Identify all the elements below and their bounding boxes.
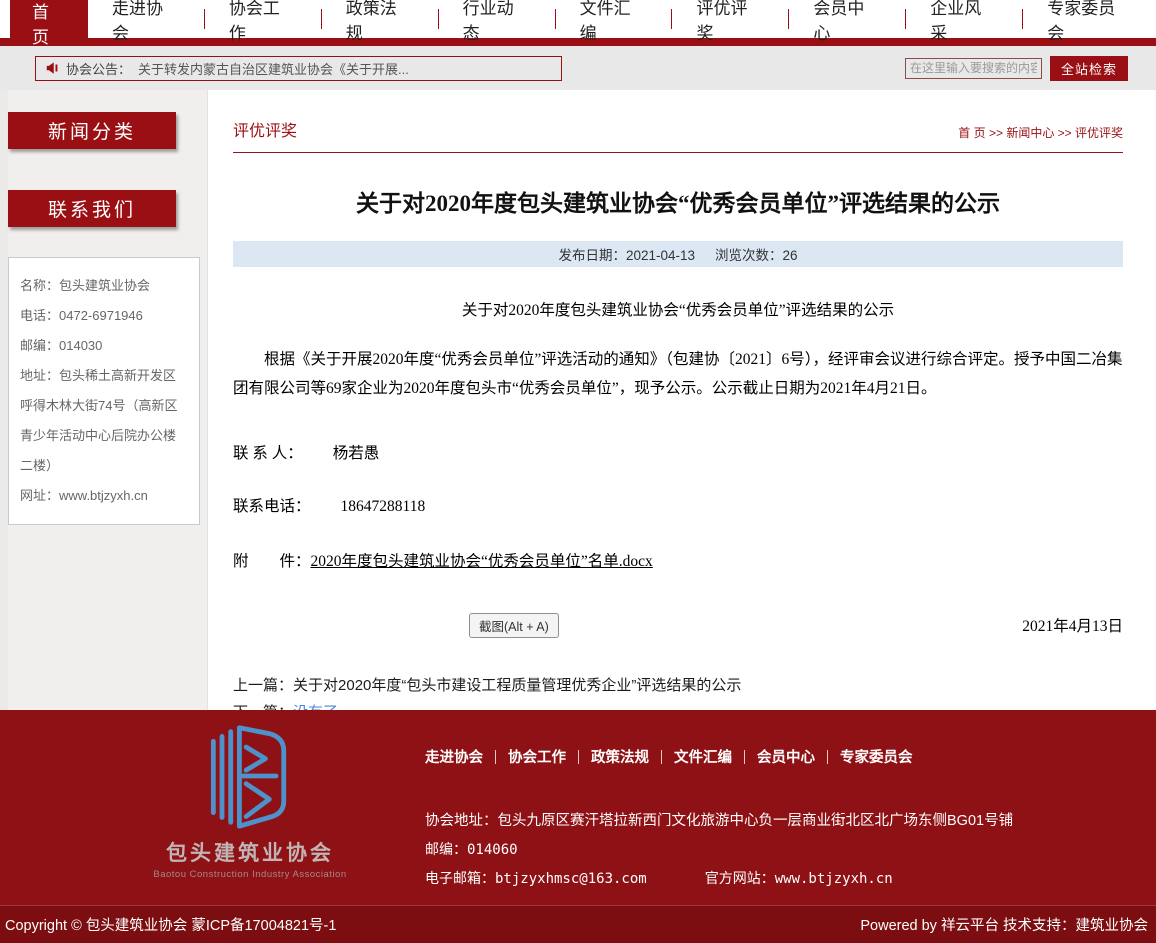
contact-address: 地址：包头稀土高新开发区呼得木林大街74号（高新区青少年活动中心后院办公楼二楼） bbox=[20, 361, 188, 481]
page: 首页 走进协会 协会工作 政策法规 行业动态 文件汇编 评优评奖 会员中心 企业… bbox=[0, 0, 1156, 943]
top-navigation: 首页 走进协会 协会工作 政策法规 行业动态 文件汇编 评优评奖 会员中心 企业… bbox=[0, 0, 1156, 46]
footer-zip: 邮编：014060 bbox=[425, 839, 1135, 859]
nav-item-member-center[interactable]: 会员中心 bbox=[789, 0, 905, 38]
contact-person-label: 联 系 人： bbox=[233, 445, 303, 462]
attachment-line: 附 件：2020年度包头建筑业协会“优秀会员单位”名单.docx bbox=[233, 549, 1123, 571]
contact-name: 名称：包头建筑业协会 bbox=[20, 271, 188, 301]
footer-link-member-center[interactable]: 会员中心 bbox=[757, 746, 815, 767]
sidebar-news-category-button[interactable]: 新闻分类 bbox=[8, 112, 176, 149]
contact-person-value: 杨若愚 bbox=[333, 445, 380, 462]
footer-email: btjzyxhmsc@163.com bbox=[495, 871, 647, 887]
footer-link-policies[interactable]: 政策法规 bbox=[591, 746, 649, 767]
footer-link-documents[interactable]: 文件汇编 bbox=[674, 746, 732, 767]
footer-logo-subtitle: Baotou Construction Industry Association bbox=[150, 869, 350, 880]
announcement-text: 关于转发内蒙古自治区建筑业协会《关于开展... bbox=[138, 59, 409, 78]
footer-link-association-work[interactable]: 协会工作 bbox=[508, 746, 566, 767]
view-count: 浏览次数：26 bbox=[715, 244, 798, 264]
screenshot-row: 截图(Alt + A) 2021年4月13日 bbox=[233, 613, 1123, 638]
footer-email-label: 电子邮箱： bbox=[425, 870, 495, 886]
previous-article-link[interactable]: 关于对2020年度“包头市建设工程质量管理优秀企业”评选结果的公示 bbox=[293, 677, 741, 694]
copyright-bar: Copyright © 包头建筑业协会 蒙ICP备17004821号-1 Pow… bbox=[0, 905, 1156, 943]
speaker-icon bbox=[45, 61, 59, 75]
nav-item-policies[interactable]: 政策法规 bbox=[322, 0, 438, 38]
article-title: 关于对2020年度包头建筑业协会“优秀会员单位”评选结果的公示 bbox=[233, 184, 1123, 218]
nav-item-about[interactable]: 走进协会 bbox=[88, 0, 204, 38]
association-logo-icon bbox=[198, 722, 302, 830]
nav-item-enterprise-style[interactable]: 企业风采 bbox=[906, 0, 1022, 38]
contact-phone-line: 联系电话： 18647288118 bbox=[233, 494, 1123, 516]
nav-item-awards[interactable]: 评优评奖 bbox=[672, 0, 788, 38]
sidebar: 新闻分类 联系我们 名称：包头建筑业协会 电话：0472-6971946 邮编：… bbox=[8, 90, 208, 710]
breadcrumb[interactable]: 首 页 >> 新闻中心 >> 评优评奖 bbox=[958, 124, 1123, 141]
footer-link-separator bbox=[661, 750, 662, 764]
footer-site: www.btjzyxh.cn bbox=[775, 871, 893, 887]
contact-phone-label: 联系电话： bbox=[233, 498, 311, 515]
contact-person-line: 联 系 人： 杨若愚 bbox=[233, 441, 1123, 463]
article-sign-date: 2021年4月13日 bbox=[1022, 614, 1123, 636]
search-input[interactable] bbox=[905, 58, 1042, 79]
attachment-label: 附 件： bbox=[233, 553, 311, 570]
footer-contact-line: 电子邮箱：btjzyxhmsc@163.com 官方网站：www.btjzyxh.… bbox=[425, 868, 1135, 888]
footer-logo-title: 包头建筑业协会 bbox=[150, 837, 350, 867]
contact-website: 网址：www.btjzyxh.cn bbox=[20, 481, 188, 511]
content-area: 新闻分类 联系我们 名称：包头建筑业协会 电话：0472-6971946 邮编：… bbox=[0, 90, 1156, 710]
article-panel: 评优评奖 首 页 >> 新闻中心 >> 评优评奖 关于对2020年度包头建筑业协… bbox=[233, 90, 1123, 726]
contact-phone: 电话：0472-6971946 bbox=[20, 301, 188, 331]
footer-link-about[interactable]: 走进协会 bbox=[425, 746, 483, 767]
announcement-bar: 协会公告： 关于转发内蒙古自治区建筑业协会《关于开展... 全站检索 bbox=[0, 46, 1156, 90]
footer-link-separator bbox=[578, 750, 579, 764]
nav-item-home[interactable]: 首页 bbox=[10, 0, 88, 46]
contact-zip: 邮编：014030 bbox=[20, 331, 188, 361]
attachment-link[interactable]: 2020年度包头建筑业协会“优秀会员单位”名单.docx bbox=[311, 553, 653, 570]
footer-site-label: 官方网站： bbox=[705, 870, 775, 886]
nav-item-industry-news[interactable]: 行业动态 bbox=[439, 0, 555, 38]
footer: 包头建筑业协会 Baotou Construction Industry Ass… bbox=[0, 710, 1156, 905]
footer-link-separator bbox=[495, 750, 496, 764]
footer-logo: 包头建筑业协会 Baotou Construction Industry Ass… bbox=[150, 722, 350, 880]
search-area: 全站检索 bbox=[905, 56, 1128, 81]
footer-links: 走进协会 协会工作 政策法规 文件汇编 会员中心 专家委员会 bbox=[425, 746, 1135, 767]
article-body-heading: 关于对2020年度包头建筑业协会“优秀会员单位”评选结果的公示 bbox=[233, 298, 1123, 320]
announcement-ticker[interactable]: 协会公告： 关于转发内蒙古自治区建筑业协会《关于开展... bbox=[35, 56, 562, 81]
footer-link-expert-committee[interactable]: 专家委员会 bbox=[840, 746, 913, 767]
footer-link-separator bbox=[744, 750, 745, 764]
site-search-button[interactable]: 全站检索 bbox=[1050, 56, 1128, 81]
article-paragraph: 根据《关于开展2020年度“优秀会员单位”评选活动的通知》（包建协〔2021〕6… bbox=[233, 345, 1123, 404]
nav-item-expert-committee[interactable]: 专家委员会 bbox=[1023, 0, 1156, 38]
sidebar-contact-button[interactable]: 联系我们 bbox=[8, 190, 176, 227]
nav-item-association-work[interactable]: 协会工作 bbox=[205, 0, 321, 38]
section-title: 评优评奖 bbox=[233, 117, 297, 141]
previous-label: 上一篇： bbox=[233, 677, 293, 694]
copyright-text: Copyright © 包头建筑业协会 蒙ICP备17004821号-1 bbox=[5, 914, 336, 935]
contact-info-card: 名称：包头建筑业协会 电话：0472-6971946 邮编：014030 地址：… bbox=[8, 257, 200, 525]
nav-item-documents[interactable]: 文件汇编 bbox=[556, 0, 672, 38]
left-gutter bbox=[0, 90, 8, 710]
footer-info: 走进协会 协会工作 政策法规 文件汇编 会员中心 专家委员会 协会地址：包头九原… bbox=[425, 746, 1135, 888]
powered-by-text: Powered by 祥云平台 技术支持：建筑业协会 bbox=[860, 914, 1148, 935]
previous-article-line: 上一篇：关于对2020年度“包头市建设工程质量管理优秀企业”评选结果的公示 bbox=[233, 672, 1123, 699]
section-header: 评优评奖 首 页 >> 新闻中心 >> 评优评奖 bbox=[233, 90, 1123, 153]
article-meta-bar: 发布日期：2021-04-13 浏览次数：26 bbox=[233, 241, 1123, 267]
footer-address: 协会地址：包头九原区赛汗塔拉新西门文化旅游中心负一层商业街北区北广场东侧BG01… bbox=[425, 809, 1135, 830]
publish-date: 发布日期：2021-04-13 bbox=[558, 244, 695, 264]
main-menu: 首页 走进协会 协会工作 政策法规 行业动态 文件汇编 评优评奖 会员中心 企业… bbox=[0, 0, 1156, 38]
contact-phone-value: 18647288118 bbox=[341, 498, 426, 515]
footer-link-separator bbox=[827, 750, 828, 764]
announcement-label: 协会公告： bbox=[66, 59, 131, 78]
screenshot-button[interactable]: 截图(Alt + A) bbox=[469, 613, 559, 638]
